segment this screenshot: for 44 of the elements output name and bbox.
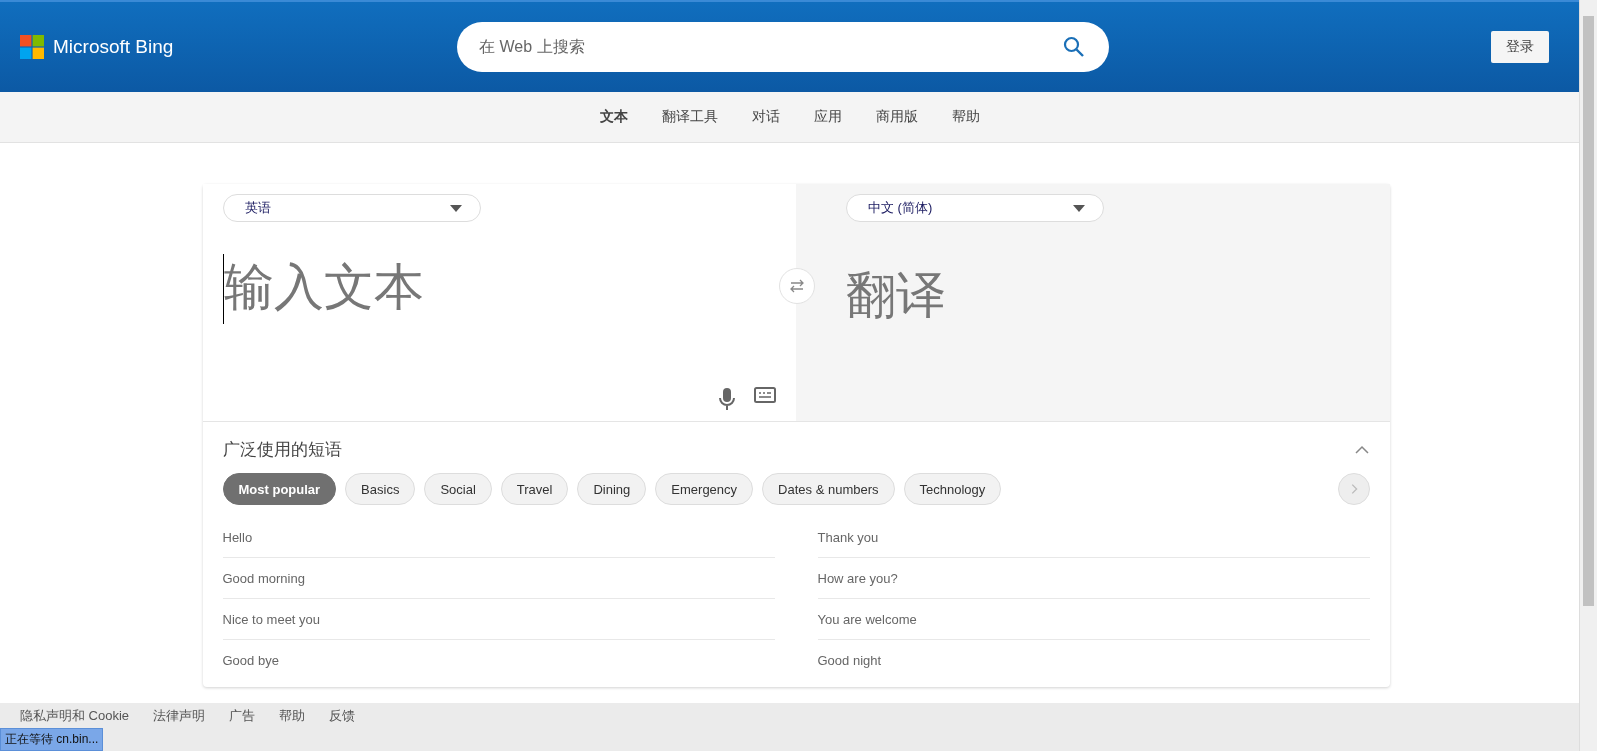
source-language-select[interactable]: 英语 bbox=[222, 194, 481, 222]
keyboard-icon[interactable] bbox=[754, 387, 776, 403]
phrase-link[interactable]: Thank you bbox=[817, 529, 879, 545]
sign-in-button[interactable]: 登录 bbox=[1491, 31, 1549, 63]
swap-icon bbox=[789, 279, 805, 293]
phrase-link[interactable]: Hello bbox=[222, 529, 253, 545]
section-title: 广泛使用的短语 bbox=[222, 439, 342, 461]
category-chip[interactable]: Travel bbox=[500, 473, 569, 505]
category-chip[interactable]: Dining bbox=[577, 473, 647, 505]
nav-tab[interactable]: 商用版 bbox=[875, 108, 918, 126]
category-chip[interactable]: Emergency bbox=[655, 473, 754, 505]
category-chip[interactable]: Technology bbox=[903, 473, 1002, 505]
target-language-select[interactable]: 中文 (简体) bbox=[846, 194, 1104, 222]
category-chip[interactable]: Basics bbox=[345, 473, 416, 505]
phrase-link[interactable]: Good morning bbox=[222, 570, 305, 586]
logo-icon bbox=[20, 35, 44, 59]
phrase-link[interactable]: Nice to meet you bbox=[222, 611, 321, 627]
footer-link[interactable]: 反馈 bbox=[329, 707, 356, 725]
text-input[interactable]: 输入文本 bbox=[222, 254, 724, 324]
translation-field[interactable]: 翻译 bbox=[846, 262, 1326, 324]
phrase-link[interactable]: Good bye bbox=[222, 652, 279, 668]
category-chip[interactable]: Most popular bbox=[222, 473, 337, 505]
phrase-link[interactable]: How are you? bbox=[817, 570, 898, 586]
nav-tab[interactable]: 翻译工具 bbox=[661, 108, 718, 126]
category-chip[interactable]: Dates & numbers bbox=[762, 473, 895, 505]
nav-tab[interactable]: 文本 bbox=[599, 108, 628, 126]
microphone-icon[interactable] bbox=[718, 387, 736, 411]
caret-icon bbox=[1073, 204, 1085, 212]
phrase-link[interactable]: You are welcome bbox=[817, 611, 917, 627]
footer-link[interactable]: 帮助 bbox=[279, 707, 306, 725]
nav-tab[interactable]: 应用 bbox=[813, 108, 842, 126]
category-chip[interactable]: Social bbox=[424, 473, 492, 505]
nav-tab[interactable]: 对话 bbox=[751, 108, 780, 126]
caret-icon bbox=[449, 204, 462, 212]
search-field[interactable]: 在 Web 上搜索 bbox=[457, 22, 1109, 72]
footer-link[interactable]: 广告 bbox=[229, 707, 256, 725]
nav-tab[interactable]: 帮助 bbox=[951, 108, 980, 126]
footer-link[interactable]: 法律声明 bbox=[153, 707, 206, 725]
phrase-link[interactable]: Good night bbox=[817, 652, 882, 668]
scrollbar[interactable] bbox=[1579, 0, 1597, 751]
search-icon[interactable] bbox=[1063, 36, 1085, 58]
status-tooltip: 正在等待 cn.bin... bbox=[0, 728, 104, 751]
footer-link[interactable]: 隐私声明和 Cookie bbox=[20, 707, 130, 725]
brand-name: Microsoft Bing bbox=[53, 36, 174, 58]
